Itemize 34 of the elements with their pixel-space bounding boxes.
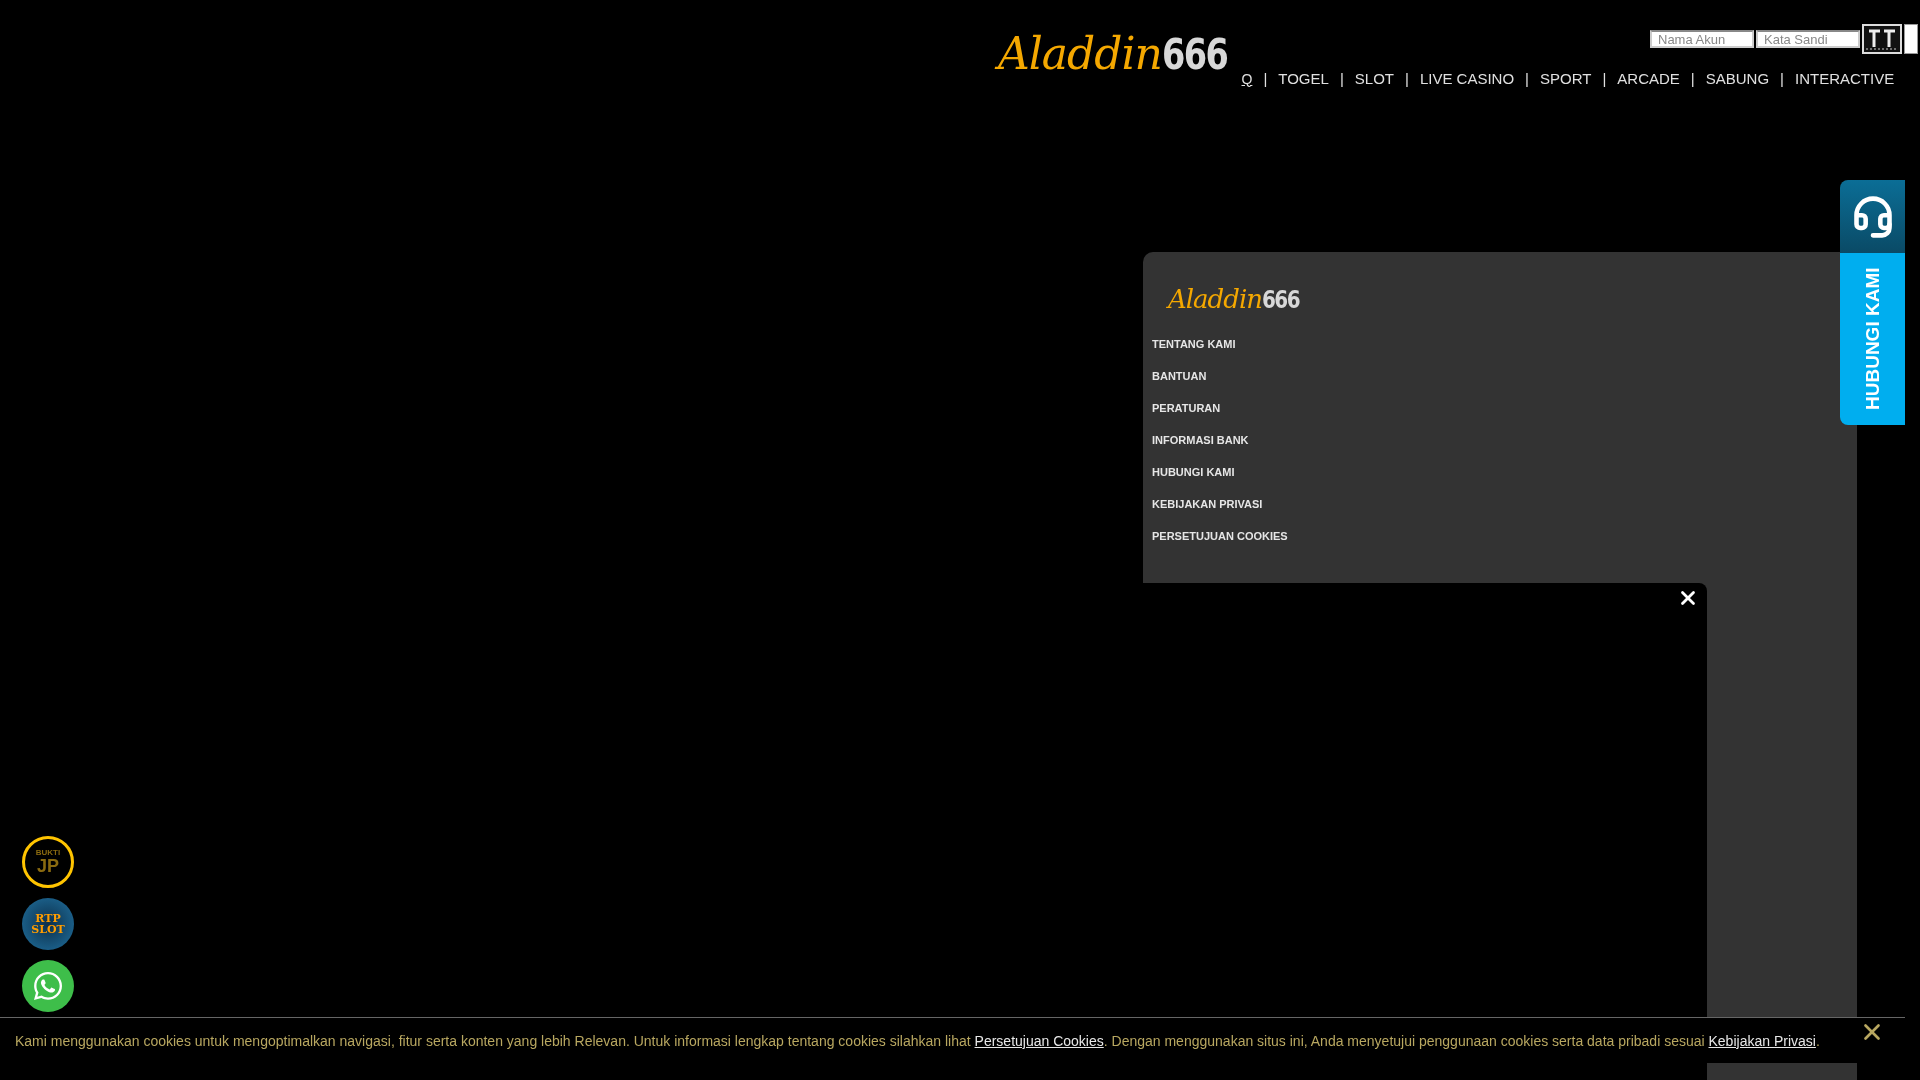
footer-link[interactable]: KEBIJAKAN PRIVASI (1152, 488, 1263, 520)
whatsapp-icon (32, 970, 64, 1002)
cookie-policy-link[interactable]: Persetujuan Cookies (974, 1032, 1104, 1049)
nav-separator: | (1690, 70, 1695, 87)
footer-link[interactable]: INFORMASI BANK (1152, 424, 1249, 456)
nav-link[interactable]: INTERACTIVE (1795, 70, 1895, 87)
nav-separator: | (1263, 70, 1268, 87)
nav-separator: | (1602, 70, 1607, 87)
whatsapp-button[interactable] (22, 960, 74, 1012)
nav-separator: | (1404, 70, 1409, 87)
nav-separator: | (1525, 70, 1529, 87)
username-field[interactable]: Nama Akun (1650, 30, 1754, 48)
footer-link[interactable]: BANTUAN (1152, 360, 1207, 392)
footer-link[interactable]: TENTANG KAMI (1152, 328, 1236, 360)
cookie-policy-link[interactable]: Kebijakan Privasi (1708, 1032, 1816, 1049)
nav-link[interactable]: ARCADE (1617, 70, 1680, 87)
nav-link[interactable]: TOGEL (1278, 70, 1329, 87)
nav-link[interactable]: Q (1241, 70, 1253, 87)
cookie-notice-text: Kami menggunakan cookies untuk mengoptimalkan navigasi, fitur serta konten yang lebih Relevan. Untuk informasi lengkap tentang cookies silahkan lihat Persetujuan Cookies. Dengan menggunakan situs ini, Anda menyetujui penggunaan cookies serta data pribadi sesuai Kebijakan Privasi. (15, 1032, 1820, 1049)
footer-link[interactable]: HUBUNGI KAMI (1152, 456, 1235, 488)
nav-link[interactable]: SABUNG (1705, 70, 1770, 87)
footer-link[interactable]: PERATURAN (1152, 392, 1221, 424)
badge-button[interactable]: RTP SLOT (22, 898, 74, 950)
footer-link[interactable]: PERSETUJUAN COOKIES (1152, 520, 1288, 552)
nav-link[interactable]: LIVE CASINO (1419, 70, 1515, 87)
nav-separator: | (1339, 70, 1344, 87)
nav-link[interactable]: SLOT (1354, 70, 1394, 87)
headset-panel[interactable] (1840, 180, 1905, 253)
captcha-image-icon (1862, 24, 1902, 54)
nav-separator: | (1780, 70, 1784, 87)
password-field[interactable]: Kata Sandi (1756, 30, 1860, 48)
nav-link[interactable]: SPORT (1540, 70, 1592, 87)
aladdin-logo[interactable]: Aladdin666 (1168, 278, 1309, 312)
badge-button[interactable]: BUKTI JP (22, 836, 74, 888)
